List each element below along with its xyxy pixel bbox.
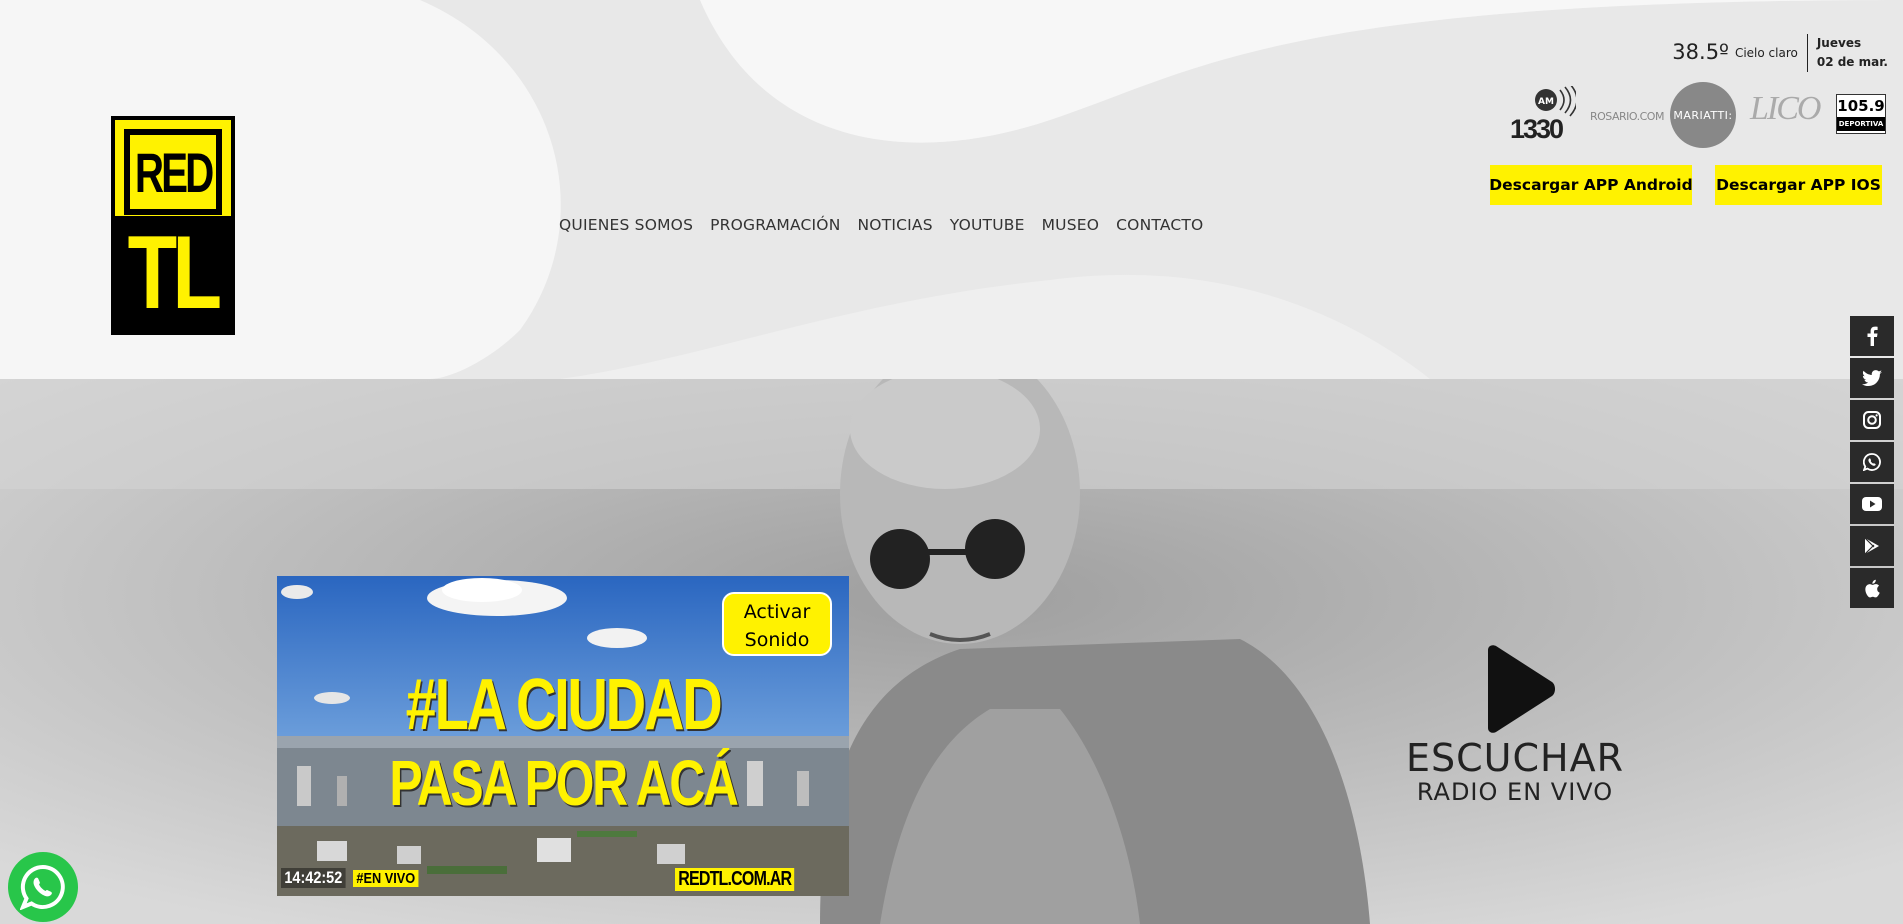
whatsapp-float-icon[interactable] [8,852,78,922]
header: RED TL QUIENES SOMOS PROGRAMACIÓN NOTICI… [0,0,1903,379]
listen-label: ESCUCHAR [1406,736,1624,780]
video-headline-1: #LA CIUDAD [405,665,723,745]
radio-live-label: RADIO EN VIVO [1416,778,1614,806]
live-badge: #EN VIVO [353,870,419,887]
svg-text:AM: AM [1538,97,1554,107]
video-headline-2: PASA POR ACÁ [389,747,739,819]
deportiva-label: DEPORTIVA [1837,117,1885,131]
weather-desc: Cielo claro [1734,46,1798,60]
logo-text-tl: TL [128,215,222,331]
svg-text:1330: 1330 [1510,114,1563,144]
weather-divider [1806,34,1808,72]
nav-quienes-somos[interactable]: QUIENES SOMOS [559,216,693,234]
rosario-com-logo[interactable]: ROSARIO.COM [1590,110,1664,123]
lico-text: LICO [1750,90,1821,127]
play-icon[interactable] [1470,644,1560,736]
live-video-player[interactable]: #LA CIUDAD PASA POR ACÁ Activar Sonido 1… [277,576,849,896]
video-clock: 14:42:52 [281,868,346,888]
ios-app-button[interactable]: Descargar APP IOS [1715,165,1882,205]
instagram-icon[interactable] [1850,400,1894,440]
whatsapp-icon[interactable] [1850,442,1894,482]
weather-date: Jueves 02 de mar. [1817,34,1888,72]
deportiva-freq: 105.9 [1837,97,1885,115]
weather-temp: 38.5º [1672,40,1729,64]
youtube-icon[interactable] [1850,484,1894,524]
social-bar [1850,316,1894,610]
listen-radio-live[interactable]: ESCUCHAR RADIO EN VIVO [1400,644,1630,806]
page: RED TL QUIENES SOMOS PROGRAMACIÓN NOTICI… [0,0,1903,924]
weather-widget: 38.5º Cielo claro Jueves 02 de mar. [1672,34,1888,72]
nav-museo[interactable]: MUSEO [1042,216,1100,234]
video-watermark: REDTL.COM.AR [675,868,795,891]
android-app-button[interactable]: Descargar APP Android [1489,165,1693,205]
nav-programacion[interactable]: PROGRAMACIÓN [710,216,840,234]
deportiva-logo[interactable]: 105.9 DEPORTIVA [1836,94,1886,134]
weather-day: Jueves [1816,36,1862,50]
twitter-icon[interactable] [1850,358,1894,398]
am1330-logo[interactable]: AM 1330 [1508,83,1578,144]
google-play-icon[interactable] [1850,526,1894,566]
facebook-icon[interactable] [1850,316,1894,356]
lico-logo[interactable]: LICO [1750,90,1821,140]
nav-youtube[interactable]: YOUTUBE [950,216,1025,234]
logo-text-red: RED [134,140,214,204]
mariatti-logo[interactable]: MARIATTI: [1670,82,1736,148]
apple-icon[interactable] [1850,568,1894,608]
weather-date-text: 02 de mar. [1816,55,1888,69]
activate-sound-button[interactable]: Activar Sonido [722,592,832,656]
main-nav: QUIENES SOMOS PROGRAMACIÓN NOTICIAS YOUT… [559,216,1220,234]
nav-noticias[interactable]: NOTICIAS [858,216,933,234]
redtl-logo[interactable]: RED TL [111,116,235,335]
nav-contacto[interactable]: CONTACTO [1116,216,1203,234]
